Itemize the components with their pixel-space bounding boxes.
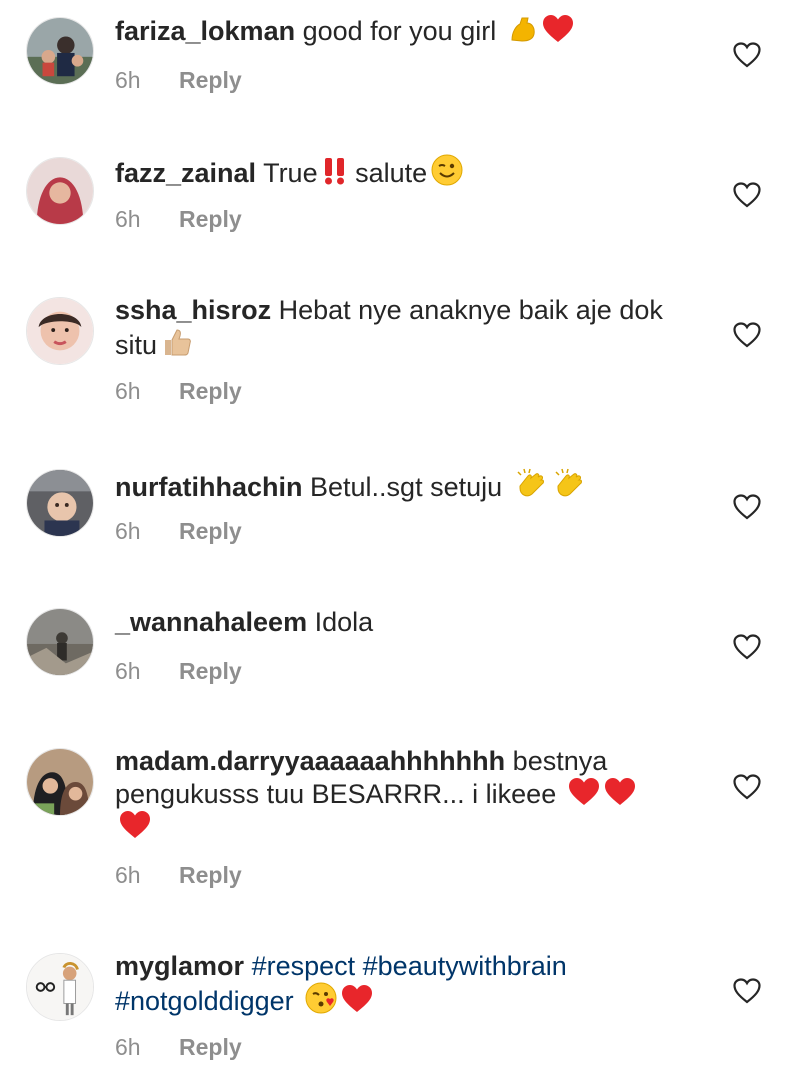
- reply-button[interactable]: Reply: [179, 206, 242, 232]
- comment-time: 6h: [115, 67, 141, 93]
- comment-meta: 6h Reply: [115, 657, 242, 685]
- reply-button[interactable]: Reply: [179, 67, 242, 93]
- reply-button[interactable]: Reply: [179, 1034, 242, 1060]
- comment-body: good for you girl: [302, 16, 497, 46]
- reply-button[interactable]: Reply: [179, 378, 242, 404]
- like-heart-icon[interactable]: [733, 978, 761, 1004]
- comment-time: 6h: [115, 1034, 141, 1060]
- comment-text: ssha_hisroz Hebat nye anaknye baik aje d…: [115, 294, 675, 361]
- avatar[interactable]: [26, 17, 94, 85]
- comment-meta: 6h Reply: [115, 205, 242, 233]
- comment-body: True: [263, 158, 318, 188]
- comment-time: 6h: [115, 378, 141, 404]
- like-heart-icon[interactable]: [733, 182, 761, 208]
- comment-username[interactable]: ssha_hisroz: [115, 295, 271, 325]
- comment-time: 6h: [115, 206, 141, 232]
- comment-text: myglamor #respect #beautywithbrain #notg…: [115, 950, 675, 1017]
- comment-body: Idola: [314, 607, 374, 637]
- comment-username[interactable]: fazz_zainal: [115, 158, 256, 188]
- comment-body-continued: salute: [355, 158, 428, 188]
- avatar[interactable]: [26, 608, 94, 676]
- winking-face-emoji: [431, 154, 463, 186]
- reply-button[interactable]: Reply: [179, 518, 242, 544]
- hashtag-link[interactable]: #notgolddigger: [115, 986, 294, 1016]
- red-heart-emoji: [568, 777, 600, 807]
- comment-text: fazz_zainal True salute: [115, 154, 675, 189]
- comment-meta: 6h Reply: [115, 861, 242, 889]
- avatar[interactable]: [26, 953, 94, 1021]
- avatar[interactable]: [26, 748, 94, 816]
- hashtag-link[interactable]: #beautywithbrain: [363, 951, 567, 981]
- hashtag-link[interactable]: #respect: [252, 951, 356, 981]
- like-heart-icon[interactable]: [733, 42, 761, 68]
- red-heart-emoji: [341, 984, 373, 1014]
- reply-button[interactable]: Reply: [179, 862, 242, 888]
- comment-text: fariza_lokman good for you girl: [115, 14, 675, 47]
- comment-time: 6h: [115, 862, 141, 888]
- avatar[interactable]: [26, 297, 94, 365]
- double-exclamation-emoji: [322, 156, 348, 186]
- comment-body: Betul..sgt setuju: [310, 472, 503, 502]
- comment-username[interactable]: _wannahaleem: [115, 607, 307, 637]
- red-heart-emoji: [542, 14, 574, 44]
- reply-button[interactable]: Reply: [179, 658, 242, 684]
- like-heart-icon[interactable]: [733, 774, 761, 800]
- comment-meta: 6h Reply: [115, 1033, 242, 1061]
- flexed-biceps-emoji: [508, 14, 538, 44]
- comment-username[interactable]: nurfatihhachin: [115, 472, 303, 502]
- comment-text: nurfatihhachin Betul..sgt setuju: [115, 466, 675, 503]
- comment-time: 6h: [115, 658, 141, 684]
- comment-text: madam.darryyaaaaaahhhhhhh bestnya penguk…: [115, 745, 675, 843]
- avatar[interactable]: [26, 469, 94, 537]
- comment-username[interactable]: madam.darryyaaaaaahhhhhhh: [115, 746, 505, 776]
- comment-time: 6h: [115, 518, 141, 544]
- like-heart-icon[interactable]: [733, 322, 761, 348]
- comment-meta: 6h Reply: [115, 377, 242, 405]
- red-heart-emoji: [604, 777, 636, 807]
- clapping-hands-emoji: [552, 466, 586, 500]
- clapping-hands-emoji: [514, 466, 548, 500]
- like-heart-icon[interactable]: [733, 494, 761, 520]
- comment-meta: 6h Reply: [115, 66, 242, 94]
- comment-username[interactable]: myglamor: [115, 951, 244, 981]
- avatar[interactable]: [26, 157, 94, 225]
- like-heart-icon[interactable]: [733, 634, 761, 660]
- thumbs-up-emoji: [161, 326, 193, 358]
- comment-text: _wannahaleem Idola: [115, 606, 675, 638]
- face-blowing-kiss-emoji: [305, 982, 337, 1014]
- comment-username[interactable]: fariza_lokman: [115, 16, 295, 46]
- red-heart-emoji: [119, 810, 151, 840]
- comment-meta: 6h Reply: [115, 517, 242, 545]
